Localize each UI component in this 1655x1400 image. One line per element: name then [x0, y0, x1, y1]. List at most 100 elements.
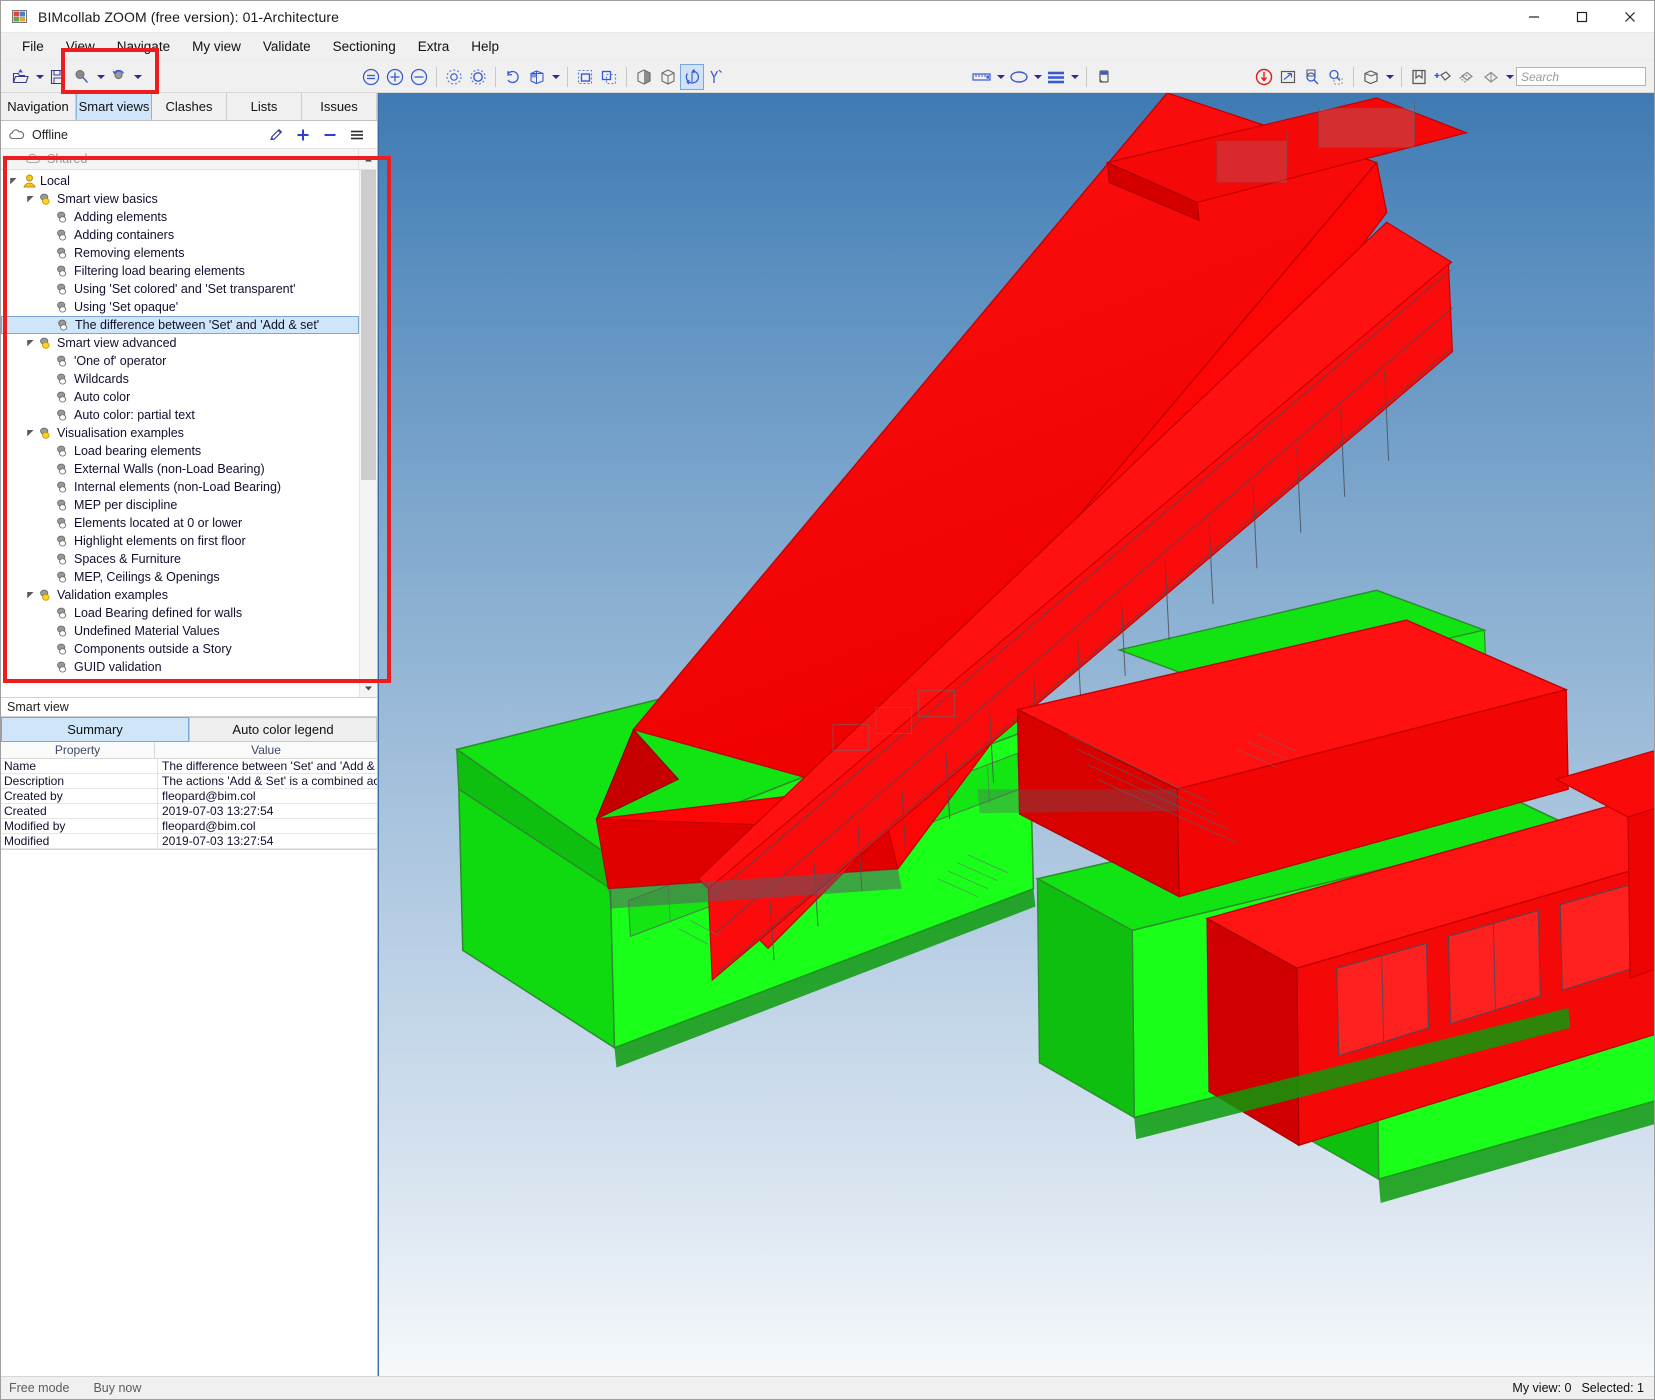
view-cube-icon[interactable]: [1359, 64, 1383, 90]
tree-item[interactable]: Smart view advanced: [1, 334, 359, 352]
open-project-icon[interactable]: [9, 64, 33, 90]
tree-item[interactable]: 'One of' operator: [1, 352, 359, 370]
expand-collapse-icon[interactable]: [5, 177, 21, 186]
tree-item[interactable]: Filtering load bearing elements: [1, 262, 359, 280]
transparent-elements-icon[interactable]: [1479, 64, 1503, 90]
menu-navigate[interactable]: Navigate: [106, 35, 181, 58]
tree-scrollbar[interactable]: [359, 170, 377, 697]
tree-item[interactable]: Highlight elements on first floor: [1, 532, 359, 550]
expand-collapse-icon[interactable]: [22, 429, 38, 438]
undo-view-icon[interactable]: [501, 64, 525, 90]
shared-group-row[interactable]: Shared: [1, 149, 377, 170]
property-row[interactable]: Name The difference between 'Set' and 'Ad…: [1, 758, 377, 774]
tree-item[interactable]: Removing elements: [1, 244, 359, 262]
tree-item[interactable]: Smart view basics: [1, 190, 359, 208]
tree-item[interactable]: Load Bearing defined for walls: [1, 604, 359, 622]
tree-item[interactable]: GUID validation: [1, 658, 359, 676]
paint-bucket-icon[interactable]: [1092, 64, 1116, 90]
tree-item[interactable]: Components outside a Story: [1, 640, 359, 658]
orbit-active-icon[interactable]: [680, 63, 704, 90]
3d-model-viewport[interactable]: [378, 93, 1654, 1376]
fit-to-screen-icon[interactable]: [1276, 64, 1300, 90]
tree-item[interactable]: Visualisation examples: [1, 424, 359, 442]
hide-elements-icon[interactable]: [1455, 64, 1479, 90]
add-smartview-icon[interactable]: [1431, 64, 1455, 90]
menu-extra[interactable]: Extra: [407, 35, 461, 58]
zoom-tool-icon[interactable]: [70, 64, 94, 90]
close-button[interactable]: [1606, 1, 1654, 32]
scroll-down-arrow-icon[interactable]: [360, 679, 377, 697]
zoom-area-icon[interactable]: [1324, 64, 1348, 90]
tree-item[interactable]: Elements located at 0 or lower: [1, 514, 359, 532]
expand-collapse-icon[interactable]: [22, 591, 38, 600]
zoom-tool-dropdown-icon[interactable]: [94, 64, 107, 90]
view-cube-dropdown-icon[interactable]: [1383, 64, 1396, 90]
tree-item[interactable]: Load bearing elements: [1, 442, 359, 460]
select-window-icon[interactable]: [597, 64, 621, 90]
tree-item[interactable]: Validation examples: [1, 586, 359, 604]
zoom-fit-icon[interactable]: [359, 64, 383, 90]
remove-smartview-button[interactable]: [316, 123, 343, 147]
ellipse-markup-icon[interactable]: [1007, 64, 1031, 90]
measure-dropdown-icon[interactable]: [994, 64, 1007, 90]
menu-file[interactable]: File: [11, 35, 55, 58]
scroll-up-arrow-icon[interactable]: [358, 149, 377, 169]
tree-item[interactable]: Auto color: partial text: [1, 406, 359, 424]
buy-now-link[interactable]: Buy now: [93, 1381, 141, 1395]
bookmark-icon[interactable]: [1407, 64, 1431, 90]
tree-item[interactable]: MEP, Ceilings & Openings: [1, 568, 359, 586]
maximize-button[interactable]: [1558, 1, 1606, 32]
smartview-tree[interactable]: Local Smart view basics Adding elements …: [1, 170, 359, 697]
tree-item[interactable]: Using 'Set colored' and 'Set transparent…: [1, 280, 359, 298]
ellipse-dropdown-icon[interactable]: [1031, 64, 1044, 90]
tab-auto-color-legend[interactable]: Auto color legend: [189, 716, 377, 742]
tree-item[interactable]: Spaces & Furniture: [1, 550, 359, 568]
menu-my-view[interactable]: My view: [181, 35, 252, 58]
tree-item[interactable]: External Walls (non-Load Bearing): [1, 460, 359, 478]
solid-view-icon[interactable]: [656, 64, 680, 90]
tree-item[interactable]: Undefined Material Values: [1, 622, 359, 640]
property-row[interactable]: Created 2019-07-03 13:27:54: [1, 803, 377, 819]
zoom-selected-icon[interactable]: [1300, 64, 1324, 90]
orbit-tool-icon[interactable]: [107, 64, 131, 90]
expand-collapse-icon[interactable]: [22, 195, 38, 204]
open-project-dropdown-icon[interactable]: [33, 64, 46, 90]
property-row[interactable]: Description The actions 'Add & Set' is a …: [1, 773, 377, 789]
tab-navigation[interactable]: Navigation: [1, 93, 76, 120]
walk-mode-icon[interactable]: [704, 64, 728, 90]
tree-item[interactable]: The difference between 'Set' and 'Add & …: [1, 316, 359, 334]
menu-view[interactable]: View: [55, 35, 106, 58]
property-row[interactable]: Created by fleopard@bim.col: [1, 788, 377, 804]
line-weight-icon[interactable]: [1044, 64, 1068, 90]
tree-item[interactable]: Auto color: [1, 388, 359, 406]
tab-clashes[interactable]: Clashes: [152, 93, 227, 120]
section-box-icon[interactable]: [525, 64, 549, 90]
orbit-tool-dropdown-icon[interactable]: [131, 64, 144, 90]
tab-summary[interactable]: Summary: [1, 716, 189, 742]
smartview-menu-button[interactable]: [343, 123, 370, 147]
line-weight-dropdown-icon[interactable]: [1068, 64, 1081, 90]
measure-icon[interactable]: [970, 64, 994, 90]
tab-issues[interactable]: Issues: [302, 93, 377, 120]
save-project-icon[interactable]: [46, 64, 70, 90]
edit-smartview-button[interactable]: [262, 123, 289, 147]
zoom-out-icon[interactable]: [407, 64, 431, 90]
property-row[interactable]: Modified by fleopard@bim.col: [1, 818, 377, 834]
menu-sectioning[interactable]: Sectioning: [322, 35, 407, 58]
menu-help[interactable]: Help: [460, 35, 510, 58]
hide-others-icon[interactable]: [466, 64, 490, 90]
search-input[interactable]: Search: [1516, 67, 1646, 86]
tree-item[interactable]: Adding containers: [1, 226, 359, 244]
clash-detect-icon[interactable]: [1252, 64, 1276, 90]
tree-item[interactable]: Wildcards: [1, 370, 359, 388]
show-all-icon[interactable]: [442, 64, 466, 90]
menu-validate[interactable]: Validate: [252, 35, 322, 58]
tree-item[interactable]: Adding elements: [1, 208, 359, 226]
add-smartview-button[interactable]: [289, 123, 316, 147]
tree-scrollbar-thumb[interactable]: [361, 170, 376, 480]
half-transparent-icon[interactable]: [632, 64, 656, 90]
property-row[interactable]: Modified 2019-07-03 13:27:54: [1, 833, 377, 849]
tree-item[interactable]: MEP per discipline: [1, 496, 359, 514]
transparent-dropdown-icon[interactable]: [1503, 64, 1516, 90]
tree-item[interactable]: Using 'Set opaque': [1, 298, 359, 316]
